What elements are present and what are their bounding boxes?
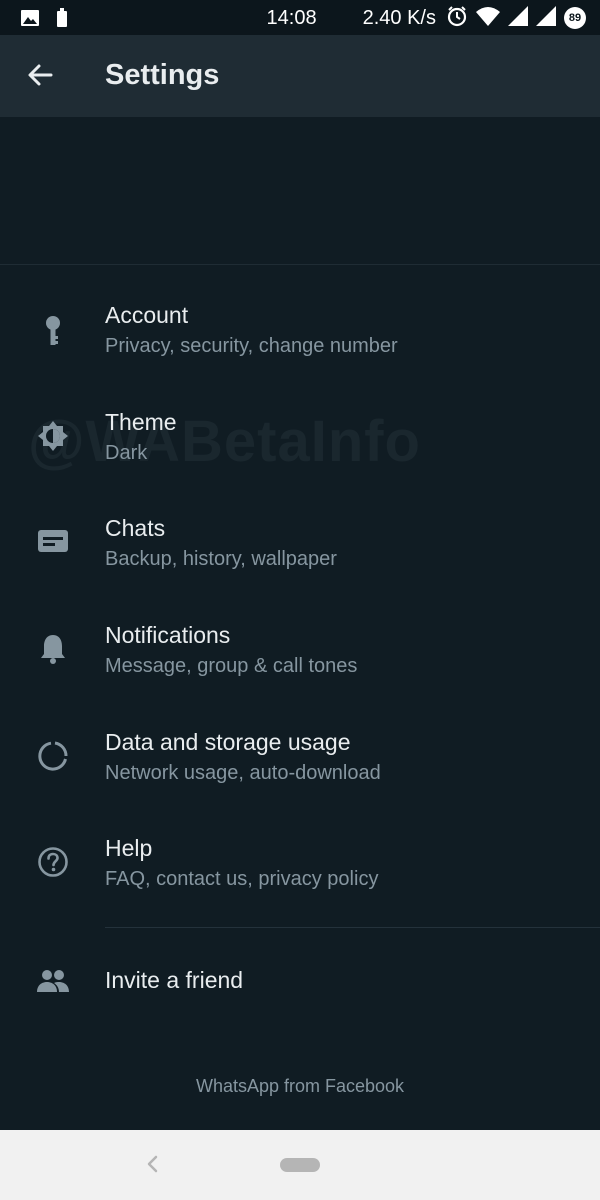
chats-title: Chats bbox=[105, 515, 166, 541]
notifications-subtitle: Message, group & call tones bbox=[105, 655, 358, 677]
signal-icon bbox=[508, 5, 528, 31]
arrow-back-icon bbox=[27, 62, 53, 93]
status-left-icons bbox=[20, 8, 68, 33]
alarm-icon bbox=[446, 5, 468, 32]
theme-title: Theme bbox=[105, 409, 177, 435]
settings-item-notifications[interactable]: Notifications Message, group & call tone… bbox=[0, 618, 600, 724]
settings-item-invite[interactable]: Invite a friend bbox=[0, 950, 600, 1014]
settings-item-theme[interactable]: Theme Dark bbox=[0, 405, 600, 511]
battery-saver-icon bbox=[56, 8, 68, 33]
notifications-title: Notifications bbox=[105, 622, 231, 648]
data-usage-icon bbox=[36, 739, 70, 773]
nav-home-pill[interactable] bbox=[280, 1158, 320, 1172]
theme-subtitle: Dark bbox=[105, 442, 148, 464]
chats-subtitle: Backup, history, wallpaper bbox=[105, 548, 337, 570]
app-bar: Settings bbox=[0, 35, 600, 117]
people-icon bbox=[36, 964, 70, 998]
back-button[interactable] bbox=[20, 57, 60, 97]
brightness-icon bbox=[36, 419, 70, 453]
bell-icon bbox=[36, 632, 70, 666]
help-icon bbox=[36, 845, 70, 879]
navigation-bar bbox=[0, 1130, 600, 1200]
data-storage-title: Data and storage usage bbox=[105, 729, 351, 755]
settings-item-account[interactable]: Account Privacy, security, change number bbox=[0, 298, 600, 404]
image-icon bbox=[20, 8, 40, 33]
profile-area[interactable] bbox=[0, 117, 600, 264]
settings-item-chats[interactable]: Chats Backup, history, wallpaper bbox=[0, 511, 600, 617]
help-subtitle: FAQ, contact us, privacy policy bbox=[105, 868, 379, 890]
account-subtitle: Privacy, security, change number bbox=[105, 335, 398, 357]
chat-icon bbox=[36, 525, 70, 559]
help-title: Help bbox=[105, 835, 153, 861]
footer-text: WhatsApp from Facebook bbox=[195, 1076, 405, 1096]
nav-back-icon[interactable] bbox=[140, 1152, 164, 1176]
divider bbox=[0, 264, 600, 265]
battery-icon: 89 bbox=[564, 7, 586, 29]
data-storage-subtitle: Network usage, auto-download bbox=[105, 762, 381, 784]
page-title: Settings bbox=[105, 59, 220, 91]
settings-item-data-storage[interactable]: Data and storage usage Network usage, au… bbox=[0, 725, 600, 831]
wifi-icon bbox=[476, 6, 500, 31]
network-speed: 2.40 K/s bbox=[362, 6, 436, 29]
status-right: 14:08 2.40 K/s 89 bbox=[267, 5, 586, 31]
status-bar: 14:08 2.40 K/s 89 bbox=[0, 0, 600, 35]
status-time: 14:08 bbox=[266, 6, 317, 29]
settings-item-help[interactable]: Help FAQ, contact us, privacy policy bbox=[0, 831, 600, 937]
invite-title: Invite a friend bbox=[105, 967, 244, 993]
signal-icon-2 bbox=[536, 5, 556, 31]
divider bbox=[105, 927, 600, 928]
account-title: Account bbox=[105, 302, 189, 328]
key-icon bbox=[36, 314, 70, 348]
